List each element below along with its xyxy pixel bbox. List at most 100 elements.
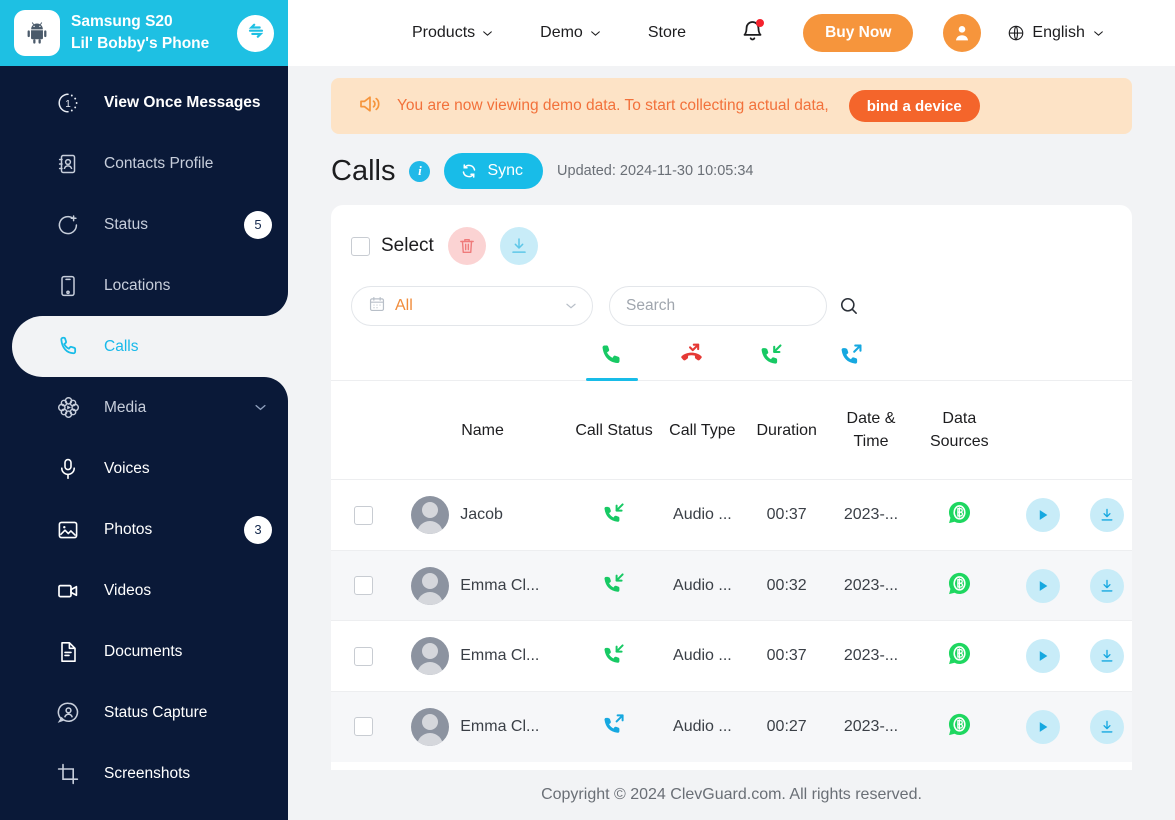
buy-now-button[interactable]: Buy Now (803, 14, 914, 52)
play-button[interactable] (1025, 498, 1060, 533)
filters-row: All (351, 286, 1132, 326)
sidebar-item-media[interactable]: Media (0, 377, 288, 438)
sidebar-item-label: Photos (104, 520, 153, 538)
contact-name: Emma Cl... (460, 647, 540, 665)
phone-incoming-green-icon (604, 503, 624, 522)
sidebar-item-label: Contacts Profile (104, 154, 214, 172)
app-root: Samsung S20 Lil' Bobby's Phone 1 View On… (0, 0, 1175, 820)
nav-products-label: Products (412, 24, 476, 41)
sidebar-item-calls[interactable]: Calls (12, 292, 288, 401)
whatsapp-business-icon (947, 712, 972, 737)
date-filter-value: All (395, 297, 413, 314)
sidebar-item-label: Videos (104, 581, 152, 599)
delete-button[interactable] (447, 227, 486, 265)
table-row[interactable]: Emma Cl... Audio ... 00:32 2023-... (331, 549, 1132, 621)
row-download-button[interactable] (1089, 498, 1124, 533)
main-content: You are now viewing demo data. To start … (288, 66, 1175, 820)
tab-incoming-calls[interactable] (732, 340, 812, 380)
download-icon (512, 238, 526, 253)
bell-icon[interactable] (740, 18, 765, 49)
chevron-down-icon[interactable] (253, 400, 268, 415)
search-box[interactable] (609, 286, 857, 326)
sidebar-nav: 1 View Once Messages Contacts Profile St… (0, 66, 288, 820)
sync-button[interactable]: Sync (444, 153, 544, 189)
nav-products[interactable]: Products (412, 24, 494, 42)
user-avatar-icon[interactable] (943, 14, 982, 52)
download-icon (1101, 720, 1113, 733)
sidebar-item-contacts-profile[interactable]: Contacts Profile (0, 133, 288, 194)
sidebar-item-screenshots[interactable]: Screenshots (0, 743, 288, 804)
tab-outgoing-calls[interactable] (812, 340, 892, 380)
download-icon (1101, 649, 1113, 662)
row-call-status-cell (569, 690, 659, 762)
view-once-icon: 1 (54, 89, 82, 117)
table-row[interactable]: Emma Cl... Audio ... 00:37 2023-... (331, 620, 1132, 692)
sidebar-item-label: Voices (104, 459, 150, 477)
row-duration: 00:27 (746, 690, 827, 762)
row-call-type: Audio ... (658, 620, 747, 692)
screenshot-icon (54, 760, 82, 788)
calls-card: Select All Search Name Call Status Call … (331, 205, 1132, 775)
row-name-cell: Jacob (395, 479, 570, 551)
sidebar-item-videos[interactable]: Videos (0, 560, 288, 621)
sidebar-item-label: Media (104, 398, 147, 416)
play-button[interactable] (1025, 709, 1060, 744)
sync-label: Sync (487, 162, 524, 179)
sidebar-item-label: Calls (104, 337, 139, 355)
table-header: Name Call Status Call Type Duration Date… (331, 381, 1132, 480)
switch-device-icon[interactable] (237, 14, 274, 52)
language-selector[interactable]: English (1007, 24, 1104, 42)
sidebar-item-status-capture[interactable]: Status Capture (0, 682, 288, 743)
document-icon (54, 638, 82, 666)
row-checkbox-cell (331, 690, 396, 762)
nav-store[interactable]: Store (648, 24, 686, 42)
row-checkbox[interactable] (353, 646, 373, 666)
sidebar: Samsung S20 Lil' Bobby's Phone 1 View On… (0, 0, 288, 820)
row-checkbox[interactable] (353, 717, 373, 737)
row-download-button[interactable] (1089, 709, 1124, 744)
row-checkbox[interactable] (353, 505, 373, 525)
copyright-text: Copyright © 2024 ClevGuard.com. All righ… (541, 786, 922, 803)
nav-demo[interactable]: Demo (540, 24, 602, 42)
play-button[interactable] (1025, 639, 1060, 674)
search-icon[interactable] (838, 295, 870, 317)
date-filter-select[interactable]: All (351, 286, 593, 326)
row-datetime: 2023-... (826, 549, 916, 621)
table-row[interactable]: Jacob Audio ... 00:37 2023-... (331, 479, 1132, 551)
phone-outgoing-blue-icon (604, 714, 624, 734)
table-row[interactable]: Emma Cl... Audio ... 00:27 2023-... (331, 690, 1132, 762)
sidebar-device-header[interactable]: Samsung S20 Lil' Bobby's Phone (0, 0, 288, 66)
sidebar-item-keyword-alert[interactable]: Keyword Alert 3 (0, 804, 288, 820)
sidebar-item-documents[interactable]: Documents (0, 621, 288, 682)
row-call-status-cell (569, 620, 659, 692)
col-download (1082, 381, 1132, 480)
sidebar-item-status[interactable]: Status 5 (0, 194, 288, 255)
select-row: Select (351, 227, 1132, 265)
sidebar-item-photos[interactable]: Photos 3 (0, 499, 288, 560)
row-download-button[interactable] (1089, 639, 1124, 674)
info-icon[interactable]: i (409, 160, 431, 182)
download-selected-button[interactable] (499, 227, 538, 265)
top-nav-links: Products Demo Store (412, 24, 686, 42)
whatsapp-business-icon (947, 641, 972, 666)
contact-name: Emma Cl... (460, 576, 540, 594)
row-download-cell (1081, 479, 1132, 551)
tab-all-calls[interactable] (572, 340, 652, 381)
contacts-icon (54, 150, 82, 178)
android-device-icon (14, 10, 60, 56)
row-checkbox[interactable] (353, 576, 373, 596)
row-datetime: 2023-... (826, 620, 916, 692)
sidebar-item-voices[interactable]: Voices (0, 438, 288, 499)
sidebar-device-titles: Samsung S20 Lil' Bobby's Phone (71, 11, 226, 56)
avatar (411, 637, 450, 676)
tab-missed-calls[interactable] (652, 340, 732, 380)
bind-a-device-button[interactable]: bind a device (848, 90, 980, 122)
sidebar-item-view-once-messages[interactable]: 1 View Once Messages (0, 72, 288, 133)
sidebar-item-locations[interactable]: Locations (0, 255, 288, 316)
sync-icon (463, 164, 476, 178)
select-all-checkbox[interactable] (351, 236, 370, 256)
play-button[interactable] (1025, 568, 1060, 603)
search-input[interactable] (626, 297, 826, 315)
sidebar-badge-photos: 3 (244, 515, 272, 544)
row-download-button[interactable] (1089, 568, 1124, 603)
